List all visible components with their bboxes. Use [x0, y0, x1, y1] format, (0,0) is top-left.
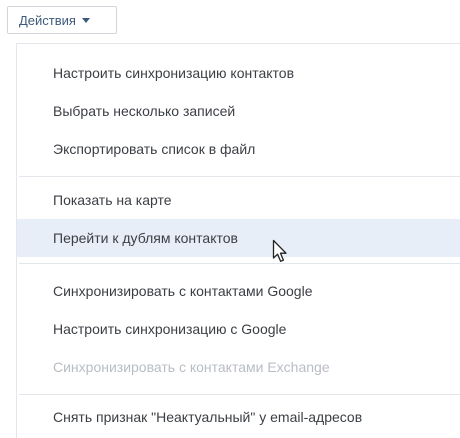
menu-item-label: Перейти к дублям контактов: [53, 230, 238, 246]
menu-divider: [19, 394, 460, 395]
menu-item-setup-google-sync[interactable]: Настроить синхронизацию с Google: [17, 310, 460, 348]
menu-item-label: Синхронизировать с контактами Google: [53, 283, 313, 299]
menu-item-label: Снять признак "Неактуальный" у email-адр…: [53, 409, 363, 425]
menu-item-label: Синхронизировать с контактами Exchange: [53, 359, 330, 375]
actions-button-label: Действия: [19, 12, 76, 28]
menu-divider: [19, 263, 460, 264]
menu-item-setup-contact-sync[interactable]: Настроить синхронизацию контактов: [17, 54, 460, 92]
actions-menu: Настроить синхронизацию контактов Выбрат…: [16, 43, 460, 438]
menu-item-sync-exchange-contacts: Синхронизировать с контактами Exchange: [17, 348, 460, 386]
actions-dropdown-button[interactable]: Действия: [7, 6, 117, 34]
menu-item-remove-inactive-flag[interactable]: Снять признак "Неактуальный" у email-адр…: [17, 398, 460, 436]
menu-divider: [19, 176, 460, 177]
menu-item-sync-google-contacts[interactable]: Синхронизировать с контактами Google: [17, 272, 460, 310]
menu-item-select-multiple[interactable]: Выбрать несколько записей: [17, 92, 460, 130]
mouse-pointer-icon: [272, 239, 287, 262]
caret-down-icon: [81, 18, 90, 23]
menu-item-label: Выбрать несколько записей: [53, 103, 236, 119]
menu-item-label: Экспортировать список в файл: [53, 141, 256, 157]
menu-item-show-on-map[interactable]: Показать на карте: [17, 181, 460, 219]
menu-item-label: Настроить синхронизацию контактов: [53, 65, 295, 81]
menu-item-export-to-file[interactable]: Экспортировать список в файл: [17, 130, 460, 168]
menu-item-label: Настроить синхронизацию с Google: [53, 321, 287, 337]
menu-item-go-to-duplicates[interactable]: Перейти к дублям контактов: [17, 219, 460, 257]
menu-item-label: Показать на карте: [53, 192, 172, 208]
